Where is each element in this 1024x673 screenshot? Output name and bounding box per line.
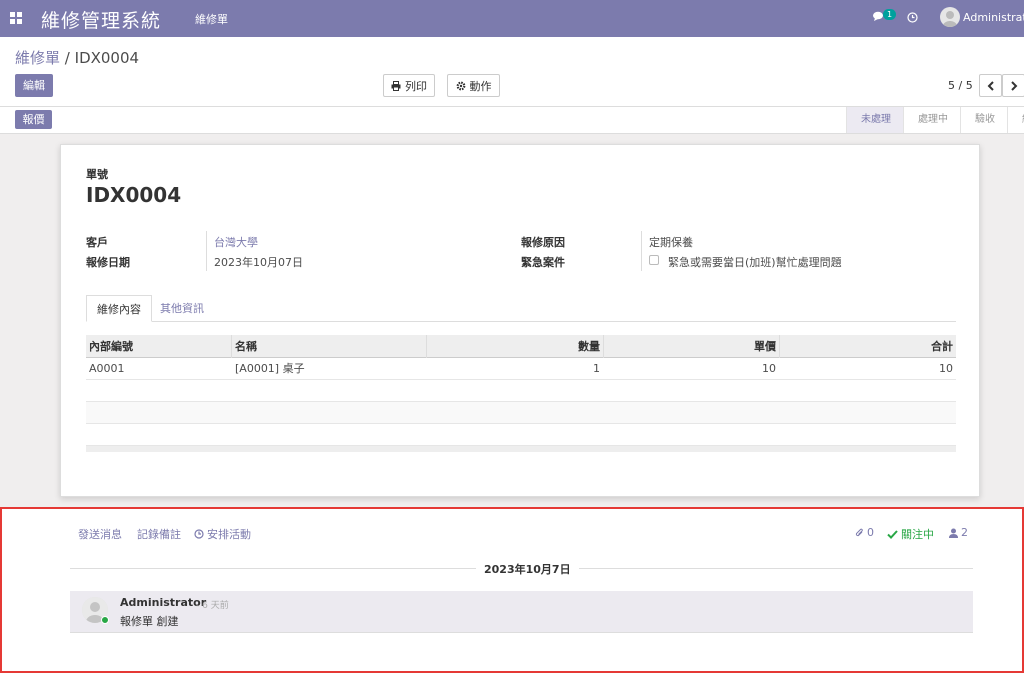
check-icon [887,529,898,539]
followers-count: 2 [961,526,968,539]
schedule-activity-button[interactable]: 安排活動 [194,526,251,542]
urgent-case-label: 緊急案件 [521,256,565,269]
send-message-button[interactable]: 發送消息 [78,526,122,542]
message-time: - 6 天前 [196,601,229,611]
column-header-total[interactable]: 合計 [780,335,956,357]
stage-processing[interactable]: 處理中 [903,107,960,133]
report-date-value: 2023年10月07日 [214,256,303,269]
cell-unit-price: 10 [762,362,776,375]
message-body: 報修單 創建 [120,615,179,628]
cell-quantity: 1 [593,362,600,375]
tab-other-info[interactable]: 其他資訊 [150,295,214,322]
following-label: 關注中 [901,528,934,541]
clock-icon [194,529,204,539]
quote-button[interactable]: 報價 [15,110,52,129]
cell-name: [A0001] 桌子 [235,362,305,375]
urgent-case-checkbox[interactable] [649,255,659,265]
breadcrumb-separator: / [64,49,70,67]
stage-pending[interactable]: 未處理 [846,107,903,133]
chevron-right-icon [1010,80,1017,91]
table-row-empty [86,380,956,402]
user-avatar[interactable] [940,7,960,27]
action-button[interactable]: 動作 [447,74,500,97]
control-panel: 維修單 / IDX0004 編輯 列印 動作 5 / 5 [0,37,1024,107]
print-button[interactable]: 列印 [383,74,435,97]
schedule-activity-label: 安排活動 [207,528,251,541]
user-name[interactable]: Administrator [963,11,1024,24]
doc-number-label: 單號 [86,168,108,181]
form-sheet: 單號 IDX0004 客戶 台灣大學 報修日期 2023年10月07日 報修原因… [60,144,980,497]
customer-value[interactable]: 台灣大學 [214,234,258,250]
urgent-case-description: 緊急或需要當日(加班)幫忙處理問題 [668,256,842,269]
message-author[interactable]: Administrator [120,596,206,609]
user-icon [949,528,958,538]
repair-reason-label: 報修原因 [521,236,565,249]
print-icon [391,80,401,91]
apps-grid-icon[interactable] [10,12,22,24]
column-header-unit-price[interactable]: 單價 [604,335,779,357]
table-row[interactable]: A0001 [A0001] 桌子 1 10 10 [86,358,956,380]
stage-closed[interactable]: 結案 [1007,107,1024,133]
nav-menu-repair-orders[interactable]: 維修單 [195,11,228,27]
followers-button[interactable]: 2 [949,526,968,539]
repair-reason-value: 定期保養 [649,236,693,249]
attachments-button[interactable]: 0 [855,526,874,539]
customer-label: 客戶 [86,236,108,249]
app-brand[interactable]: 維修管理系統 [41,6,161,33]
online-status-icon [101,616,109,624]
action-label: 動作 [469,79,492,93]
breadcrumb-current: IDX0004 [74,49,140,67]
pager-previous-button[interactable] [979,74,1002,97]
attachments-count: 0 [867,526,874,539]
breadcrumb: 維修單 / IDX0004 [15,47,139,68]
report-date-label: 報修日期 [86,256,130,269]
notebook-tabs: 維修內容 其他資訊 [86,295,956,322]
chevron-left-icon [987,80,994,91]
column-header-quantity[interactable]: 數量 [427,335,603,357]
table-header: 內部編號 名稱 數量 單價 合計 [86,335,956,358]
field-divider [641,231,642,271]
repair-lines-table: 內部編號 名稱 數量 單價 合計 A0001 [A0001] 桌子 1 10 1… [86,335,956,452]
field-divider [206,231,207,271]
table-row-empty [86,424,956,446]
gear-icon [456,81,465,90]
paperclip-icon [855,528,863,536]
stage-pipeline: 未處理 處理中 驗收 結案 [846,107,1024,133]
stage-acceptance[interactable]: 驗收 [960,107,1007,133]
table-row-empty [86,402,956,424]
cell-internal-ref: A0001 [89,362,125,375]
print-label: 列印 [405,79,427,93]
column-header-name[interactable]: 名稱 [232,335,426,357]
edit-button[interactable]: 編輯 [15,74,53,97]
pager-next-button[interactable] [1002,74,1024,97]
log-note-button[interactable]: 記錄備註 [137,526,181,542]
chatter-message: Administrator - 6 天前 報修單 創建 [70,591,973,633]
doc-number: IDX0004 [86,183,182,207]
tab-repair-content[interactable]: 維修內容 [86,295,152,322]
date-separator-label: 2023年10月7日 [476,561,579,577]
cell-total: 10 [939,362,953,375]
top-navbar: 維修管理系統 維修單 1 Administrator [0,0,1024,37]
following-button[interactable]: 關注中 [887,526,934,542]
column-header-internal-ref[interactable]: 內部編號 [86,335,231,357]
table-footer [86,446,956,452]
chat-count-badge: 1 [883,9,897,20]
activity-clock-icon[interactable] [907,12,918,23]
status-bar: 報價 未處理 處理中 驗收 結案 [0,107,1024,134]
pager-value: 5 / 5 [948,79,973,92]
breadcrumb-parent[interactable]: 維修單 [15,49,60,67]
chatter-panel: 發送消息 記錄備註 安排活動 0 關注中 2 2023年10月7日 Admini… [0,507,1024,673]
